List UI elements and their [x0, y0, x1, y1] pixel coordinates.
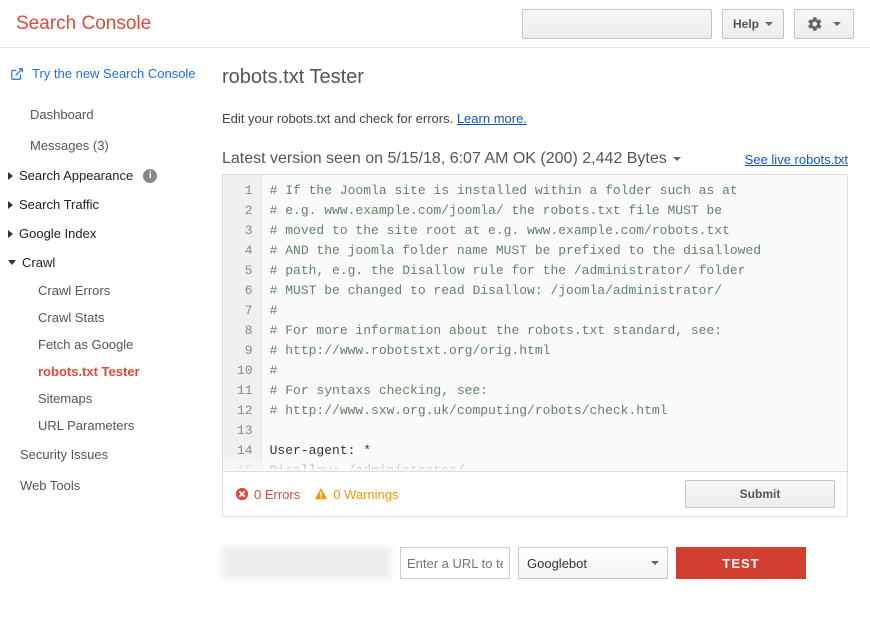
group-label: Crawl — [22, 255, 55, 270]
try-new-link[interactable]: Try the new Search Console — [0, 62, 212, 99]
help-button[interactable]: Help — [722, 9, 784, 39]
chevron-down-icon — [765, 22, 773, 26]
sidebar-dashboard[interactable]: Dashboard — [0, 99, 212, 130]
property-selector[interactable] — [522, 9, 712, 39]
bot-select[interactable]: Googlebot — [518, 547, 668, 579]
test-button[interactable]: TEST — [676, 547, 806, 579]
brand-title: Search Console — [16, 13, 151, 35]
warning-icon — [314, 487, 328, 501]
code-area[interactable]: # If the Joomla site is installed within… — [262, 175, 847, 471]
sidebar-security[interactable]: Security Issues — [0, 439, 212, 470]
group-label: Google Index — [19, 226, 96, 241]
info-icon: i — [143, 169, 157, 183]
sidebar-group-crawl[interactable]: Crawl — [0, 248, 212, 277]
page-subtitle: Edit your robots.txt and check for error… — [222, 111, 848, 126]
help-label: Help — [733, 17, 759, 31]
settings-button[interactable] — [794, 9, 854, 39]
version-dropdown[interactable]: Latest version seen on 5/15/18, 6:07 AM … — [222, 150, 681, 168]
sidebar-robots[interactable]: robots.txt Tester — [0, 358, 212, 385]
sidebar-crawl-errors[interactable]: Crawl Errors — [0, 277, 212, 304]
test-bar: Googlebot TEST — [222, 547, 848, 579]
line-gutter: 123456789101112131415 — [223, 175, 262, 471]
version-bar: Latest version seen on 5/15/18, 6:07 AM … — [222, 150, 848, 168]
sidebar-crawl-stats[interactable]: Crawl Stats — [0, 304, 212, 331]
external-link-icon — [10, 67, 24, 81]
sidebar-url-params[interactable]: URL Parameters — [0, 412, 212, 439]
chevron-down-icon — [673, 157, 681, 161]
sidebar: Try the new Search Console Dashboard Mes… — [0, 48, 212, 625]
error-icon — [235, 487, 249, 501]
sidebar-messages[interactable]: Messages (3) — [0, 130, 212, 161]
subtitle-text: Edit your robots.txt and check for error… — [222, 111, 457, 126]
arrow-right-icon — [8, 230, 13, 238]
chevron-down-icon — [651, 561, 659, 565]
group-label: Search Appearance — [19, 168, 133, 183]
header-right: Help — [522, 9, 854, 39]
errors-text: 0 Errors — [254, 487, 300, 502]
robots-editor[interactable]: 123456789101112131415 # If the Joomla si… — [222, 174, 848, 472]
sidebar-group-traffic[interactable]: Search Traffic — [0, 190, 212, 219]
sidebar-sitemaps[interactable]: Sitemaps — [0, 385, 212, 412]
warnings-text: 0 Warnings — [333, 487, 398, 502]
url-input[interactable] — [400, 547, 510, 579]
gear-icon — [807, 16, 823, 32]
status-bar: 0 Errors 0 Warnings Submit — [222, 472, 848, 517]
main: robots.txt Tester Edit your robots.txt a… — [212, 48, 870, 625]
page-title: robots.txt Tester — [222, 66, 848, 89]
url-prefix — [222, 547, 392, 579]
chevron-down-icon — [833, 22, 841, 26]
live-robots-link[interactable]: See live robots.txt — [745, 152, 848, 167]
sidebar-group-index[interactable]: Google Index — [0, 219, 212, 248]
warnings-status: 0 Warnings — [314, 487, 398, 502]
try-new-label: Try the new Search Console — [32, 66, 196, 81]
layout: Try the new Search Console Dashboard Mes… — [0, 48, 870, 625]
arrow-right-icon — [8, 201, 13, 209]
learn-more-link[interactable]: Learn more. — [457, 111, 527, 126]
sidebar-group-appearance[interactable]: Search Appearance i — [0, 161, 212, 190]
submit-button[interactable]: Submit — [685, 480, 835, 508]
bot-label: Googlebot — [527, 556, 587, 571]
sidebar-fetch[interactable]: Fetch as Google — [0, 331, 212, 358]
arrow-right-icon — [8, 172, 13, 180]
errors-status: 0 Errors — [235, 487, 300, 502]
group-label: Search Traffic — [19, 197, 99, 212]
header: Search Console Help — [0, 0, 870, 48]
fade-overlay — [223, 455, 847, 471]
arrow-down-icon — [8, 260, 16, 265]
sidebar-web-tools[interactable]: Web Tools — [0, 470, 212, 501]
version-label: Latest version seen on 5/15/18, 6:07 AM … — [222, 150, 667, 168]
